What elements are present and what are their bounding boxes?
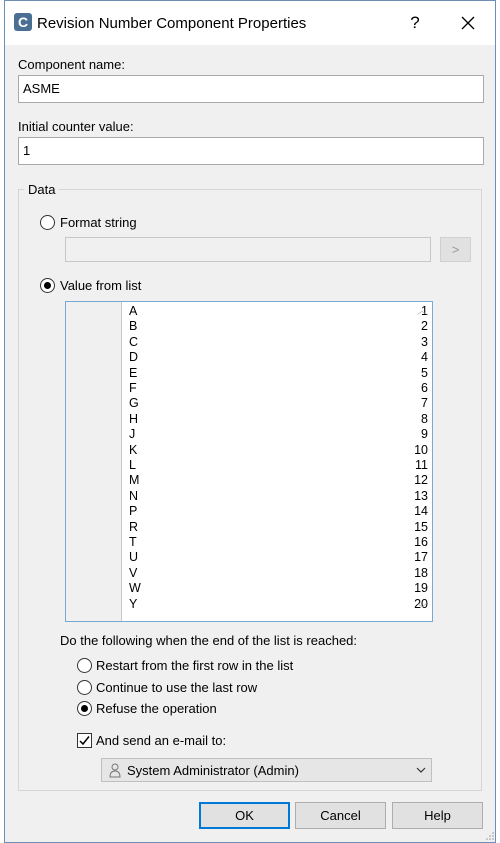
- scroll-down-icon[interactable]: ﹀: [416, 605, 428, 615]
- refuse-operation-radio[interactable]: [77, 701, 92, 716]
- list-row-value[interactable]: F: [129, 381, 137, 396]
- list-row-number: 6: [421, 381, 428, 395]
- list-row-number: 18: [414, 565, 428, 580]
- send-email-checkbox[interactable]: [77, 733, 92, 748]
- app-icon: C: [14, 13, 32, 31]
- dialog-window: C Revision Number Component Properties ?…: [4, 0, 496, 843]
- list-row-number: 16: [414, 535, 428, 549]
- list-row-value[interactable]: E: [129, 366, 137, 381]
- list-row-number: 10: [414, 442, 428, 457]
- initial-counter-input[interactable]: 1: [18, 137, 484, 165]
- value-from-list-radio[interactable]: [40, 278, 55, 293]
- list-row-value[interactable]: T: [129, 535, 137, 550]
- help-title-button[interactable]: ?: [400, 9, 430, 37]
- list-row-value[interactable]: D: [129, 350, 138, 365]
- list-row-number: 11: [415, 458, 428, 472]
- restart-radio[interactable]: [77, 658, 92, 673]
- component-name-label: Component name:: [18, 57, 125, 72]
- list-row-number: 17: [414, 550, 428, 565]
- list-row-number: 8: [421, 411, 428, 426]
- continue-last-row-label: Continue to use the last row: [96, 680, 258, 695]
- list-row-value[interactable]: B: [129, 319, 137, 334]
- ok-button[interactable]: OK: [199, 802, 290, 829]
- list-row-number: 13: [414, 488, 428, 503]
- list-row-value[interactable]: K: [129, 443, 137, 458]
- close-icon: [461, 16, 475, 30]
- list-row-value[interactable]: L: [129, 458, 136, 473]
- list-row-number: 19: [414, 581, 428, 596]
- window-title: Revision Number Component Properties: [37, 15, 307, 32]
- list-row-value[interactable]: W: [129, 581, 141, 596]
- continue-last-row-radio[interactable]: [77, 680, 92, 695]
- list-row-value[interactable]: C: [129, 335, 138, 350]
- format-string-label: Format string: [60, 215, 137, 230]
- list-row-value[interactable]: Y: [129, 597, 137, 612]
- close-button[interactable]: [450, 9, 486, 37]
- refuse-operation-label: Refuse the operation: [96, 701, 217, 716]
- title-bar[interactable]: C Revision Number Component Properties ?: [5, 1, 495, 45]
- initial-counter-label: Initial counter value:: [18, 119, 134, 134]
- line-number-gutter: [66, 302, 122, 621]
- format-string-radio[interactable]: [40, 215, 55, 230]
- list-row-number: 9: [421, 427, 428, 442]
- restart-label: Restart from the first row in the list: [96, 658, 294, 673]
- checkmark-icon: [79, 736, 90, 746]
- end-of-list-label: Do the following when the end of the lis…: [60, 633, 358, 648]
- list-row-value[interactable]: A: [129, 304, 137, 319]
- list-row-value[interactable]: G: [129, 396, 139, 411]
- list-row-number: 15: [414, 519, 428, 534]
- list-row-value[interactable]: U: [129, 550, 138, 565]
- value-list-editor[interactable]: 1 A 2 B 3 C 4 D 5 E 6 F 7 G 8 H 9 J 10 K 11 L 12 M 13 N 14 P 15 R 16 T 1…: [65, 301, 433, 622]
- list-row-value[interactable]: N: [129, 489, 138, 504]
- list-row-number: 7: [421, 396, 428, 411]
- list-row-number: 3: [421, 334, 428, 349]
- send-email-label: And send an e-mail to:: [96, 733, 227, 748]
- component-name-input[interactable]: ASME: [18, 75, 484, 103]
- list-row-value[interactable]: P: [129, 504, 137, 519]
- help-button[interactable]: Help: [392, 802, 483, 829]
- list-row-value[interactable]: J: [129, 427, 135, 442]
- email-recipient-select[interactable]: System Administrator (Admin): [101, 758, 432, 782]
- chevron-down-icon: [416, 767, 426, 773]
- list-row-number: 2: [421, 319, 428, 334]
- scroll-up-icon[interactable]: ︿: [416, 307, 428, 317]
- list-row-number: 12: [414, 473, 428, 488]
- format-string-browse-button: >: [440, 237, 471, 262]
- list-row-value[interactable]: M: [129, 473, 139, 488]
- person-icon: [109, 763, 121, 778]
- value-from-list-label: Value from list: [60, 278, 142, 293]
- list-row-value[interactable]: H: [129, 412, 138, 427]
- list-row-number: 14: [414, 504, 428, 519]
- list-row-number: 4: [421, 350, 428, 365]
- format-string-input: [65, 237, 431, 262]
- list-row-value[interactable]: V: [129, 566, 137, 581]
- email-recipient-value: System Administrator (Admin): [127, 763, 299, 778]
- list-row-value[interactable]: R: [129, 520, 138, 535]
- resize-grip-icon[interactable]: [485, 831, 495, 841]
- cancel-button[interactable]: Cancel: [295, 802, 386, 829]
- list-row-number: 5: [421, 365, 428, 380]
- data-group-title: Data: [24, 182, 60, 197]
